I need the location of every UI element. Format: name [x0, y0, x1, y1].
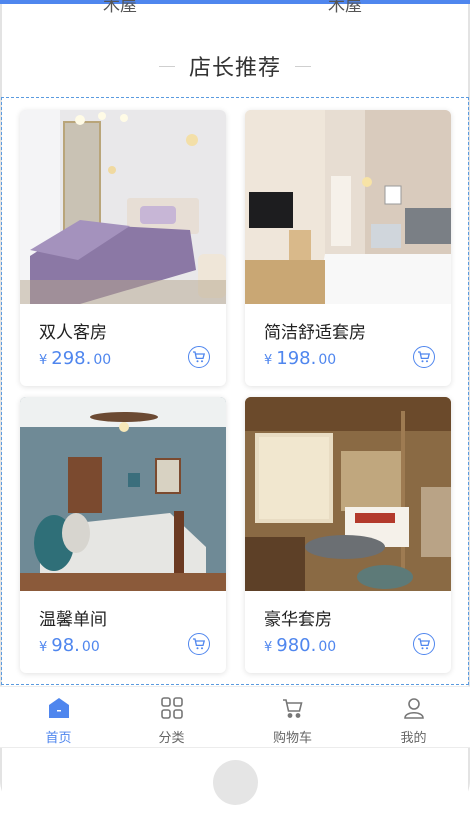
tab-label-category: 分类 [158, 731, 185, 746]
grid-icon [159, 695, 185, 721]
tab-label-cart: 购物车 [272, 731, 312, 746]
price-currency: ¥ [39, 353, 48, 368]
home-button[interactable] [213, 760, 258, 805]
price-decimal: 00 [93, 352, 112, 368]
phone-screen: 木屋 木屋 店长推荐 双人客房 ¥ 298. 00 简洁舒适套房 ¥ 198. … [0, 0, 470, 814]
product-image[interactable] [20, 110, 226, 304]
product-price: ¥298. 00 [39, 348, 111, 369]
product-image[interactable] [20, 397, 226, 591]
tab-label-home: 首页 [45, 731, 72, 746]
price-currency: ¥ [39, 640, 48, 655]
product-name: 双人客房 [39, 323, 107, 343]
previous-section-labels: 木屋 木屋 [0, 0, 470, 16]
add-to-cart-icon[interactable] [188, 633, 210, 655]
tab-label-profile: 我的 [400, 731, 427, 746]
product-card[interactable]: 双人客房 ¥298. 00 [20, 110, 226, 386]
title-divider-right [295, 65, 311, 67]
price-integer: 980. [276, 635, 317, 656]
product-card[interactable]: 温馨单间 ¥98. 00 [20, 397, 226, 673]
tab-category[interactable]: 分类 [113, 687, 230, 749]
product-name: 豪华套房 [264, 610, 332, 630]
tab-home[interactable]: 首页 [0, 687, 117, 749]
bottom-tab-bar: 首页 分类 购物车 我的 [0, 686, 470, 748]
price-integer: 198. [276, 348, 317, 369]
tab-profile[interactable]: 我的 [355, 687, 470, 749]
section-title: 店长推荐 [188, 56, 281, 81]
product-name: 温馨单间 [39, 610, 107, 630]
add-to-cart-icon[interactable] [413, 346, 435, 368]
section-header: 店长推荐 [0, 48, 470, 84]
product-card[interactable]: 豪华套房 ¥980. 00 [245, 397, 451, 673]
price-integer: 298. [51, 348, 92, 369]
title-divider-left [158, 65, 175, 67]
price-currency: ¥ [264, 640, 273, 655]
product-name: 简洁舒适套房 [264, 323, 366, 343]
product-price: ¥980. 00 [264, 635, 336, 656]
price-decimal: 00 [318, 639, 337, 655]
price-decimal: 00 [81, 639, 100, 655]
product-grid: 双人客房 ¥298. 00 简洁舒适套房 ¥ 198. 00 温馨单间 ¥ 98… [1, 97, 469, 685]
home-icon [46, 695, 72, 721]
add-to-cart-icon[interactable] [413, 633, 435, 655]
cart-icon [280, 695, 306, 721]
tab-cart[interactable]: 购物车 [234, 687, 351, 749]
previous-category-label-right[interactable]: 木屋 [328, 0, 362, 16]
price-decimal: 00 [318, 352, 337, 368]
product-price: ¥198. 00 [264, 348, 336, 369]
product-image[interactable] [245, 110, 451, 304]
user-icon [401, 695, 427, 721]
price-integer: 98. [51, 635, 80, 656]
add-to-cart-icon[interactable] [188, 346, 210, 368]
product-card[interactable]: 简洁舒适套房 ¥198. 00 [245, 110, 451, 386]
previous-category-label-left[interactable]: 木屋 [103, 0, 137, 16]
price-currency: ¥ [264, 353, 273, 368]
product-price: ¥98. 00 [39, 635, 100, 656]
product-image[interactable] [245, 397, 451, 591]
